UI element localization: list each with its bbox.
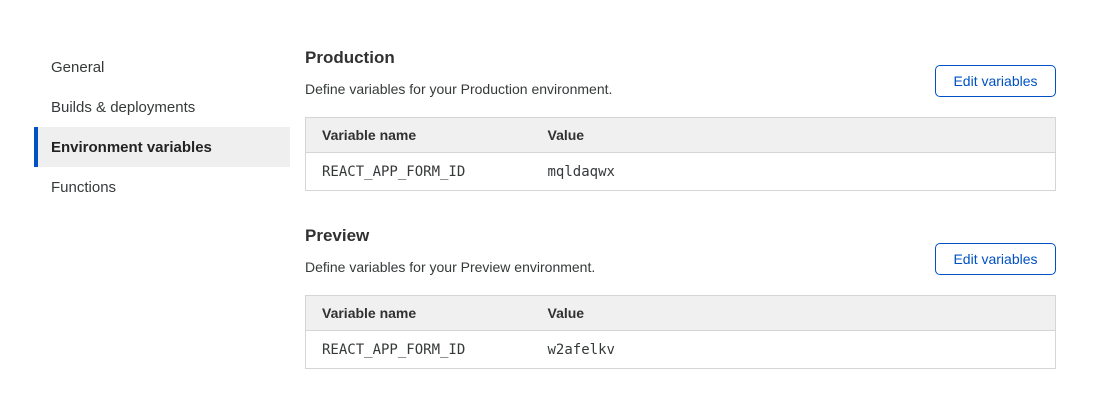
production-section: Production Edit variables Define variabl… xyxy=(305,48,1056,191)
column-header-value: Value xyxy=(532,118,1056,153)
preview-section: Preview Edit variables Define variables … xyxy=(305,226,1056,369)
table-row: REACT_APP_FORM_ID mqldaqwx xyxy=(306,153,1056,191)
table-header-row: Variable name Value xyxy=(306,296,1056,331)
column-header-value: Value xyxy=(532,296,1056,331)
sidebar-item-environment-variables[interactable]: Environment variables xyxy=(34,127,290,167)
preview-variables-table: Variable name Value REACT_APP_FORM_ID w2… xyxy=(305,295,1056,369)
variable-name-cell: REACT_APP_FORM_ID xyxy=(306,153,532,191)
sidebar-item-label: Environment variables xyxy=(51,139,212,156)
sidebar-item-general[interactable]: General xyxy=(34,47,290,87)
table-header-row: Variable name Value xyxy=(306,118,1056,153)
column-header-variable-name: Variable name xyxy=(306,296,532,331)
sidebar-item-functions[interactable]: Functions xyxy=(34,167,290,207)
variable-value-cell: w2afelkv xyxy=(532,331,1056,369)
sidebar-item-label: Functions xyxy=(51,179,116,196)
variable-value-cell: mqldaqwx xyxy=(532,153,1056,191)
edit-variables-button-production[interactable]: Edit variables xyxy=(935,65,1056,97)
sidebar-item-label: General xyxy=(51,59,104,76)
edit-variables-button-preview[interactable]: Edit variables xyxy=(935,243,1056,275)
column-header-variable-name: Variable name xyxy=(306,118,532,153)
variable-name-cell: REACT_APP_FORM_ID xyxy=(306,331,532,369)
production-variables-table: Variable name Value REACT_APP_FORM_ID mq… xyxy=(305,117,1056,191)
settings-sidebar: General Builds & deployments Environment… xyxy=(34,47,290,207)
sidebar-item-builds-deployments[interactable]: Builds & deployments xyxy=(34,87,290,127)
sidebar-item-label: Builds & deployments xyxy=(51,99,195,116)
table-row: REACT_APP_FORM_ID w2afelkv xyxy=(306,331,1056,369)
